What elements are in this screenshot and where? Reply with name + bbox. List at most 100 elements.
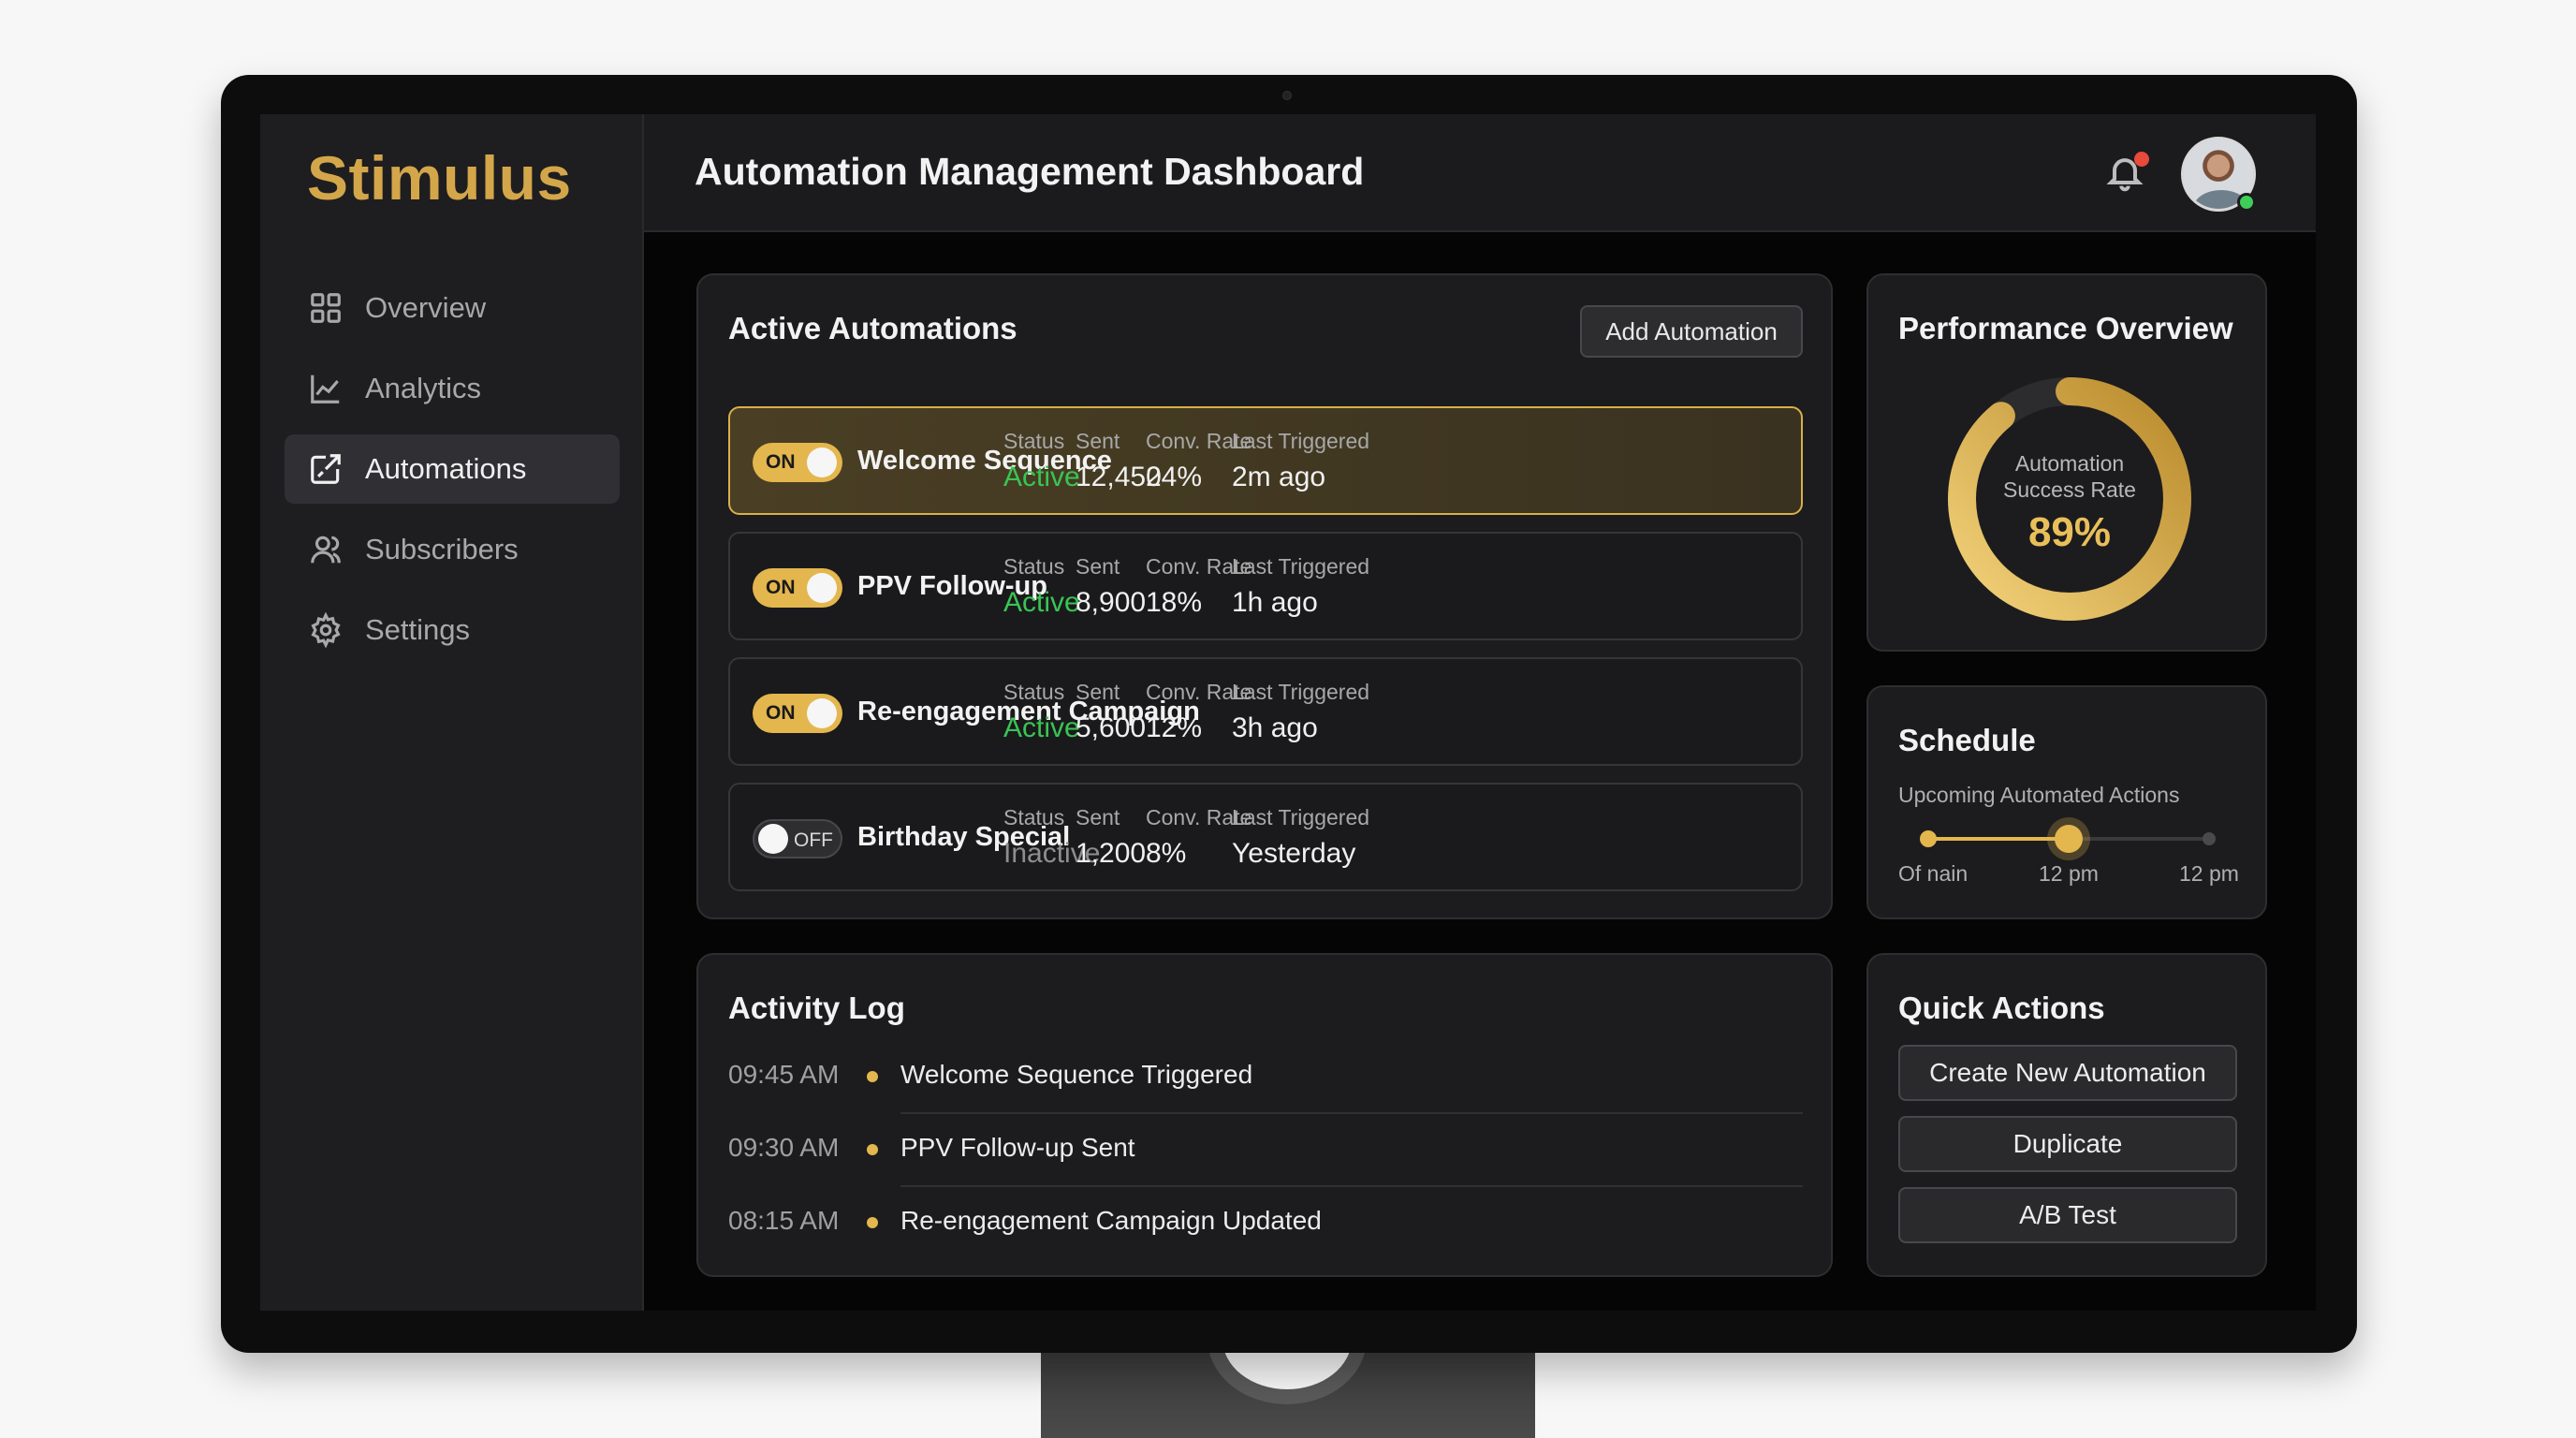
timeline-label: 12 pm bbox=[2179, 861, 2239, 886]
log-message: PPV Follow-up Sent bbox=[900, 1133, 1135, 1162]
sent-column: Sent 5,600 bbox=[1076, 680, 1146, 744]
sidebar-item-label: Automations bbox=[365, 452, 527, 485]
automation-toggle[interactable]: ON bbox=[753, 443, 842, 482]
donut-label-line2: Success Rate bbox=[2003, 477, 2136, 502]
activity-log-entry: 08:15 AM Re-engagement Campaign Updated bbox=[728, 1187, 1803, 1260]
schedule-subtitle: Upcoming Automated Actions bbox=[1898, 783, 2180, 807]
last-triggered-value: 2m ago bbox=[1232, 462, 1326, 492]
sidebar-item-automations[interactable]: Automations bbox=[285, 434, 620, 504]
status-value: Active bbox=[1003, 712, 1080, 743]
grid-icon bbox=[307, 289, 344, 327]
quick-actions-card: Quick Actions Create New Automation Dupl… bbox=[1866, 953, 2267, 1277]
log-time: 08:15 AM bbox=[728, 1206, 840, 1235]
log-message: Welcome Sequence Triggered bbox=[900, 1060, 1253, 1089]
automation-row[interactable]: ON PPV Follow-up Status Active Sent 8,900 … bbox=[728, 532, 1803, 640]
status-label: Status bbox=[1003, 680, 1065, 704]
toggle-label: ON bbox=[766, 577, 796, 598]
status-column: Status Active bbox=[1003, 680, 1080, 744]
log-time: 09:45 AM bbox=[728, 1060, 840, 1089]
status-label: Status bbox=[1003, 554, 1065, 579]
add-automation-button[interactable]: Add Automation bbox=[1580, 305, 1803, 358]
automation-row[interactable]: ON Re-engagement Campaign Status Active S… bbox=[728, 657, 1803, 766]
create-new-automation-button[interactable]: Create New Automation bbox=[1898, 1045, 2237, 1101]
sidebar-item-label: Analytics bbox=[365, 372, 482, 404]
sidebar-item-label: Overview bbox=[365, 291, 487, 324]
status-column: Status Active bbox=[1003, 429, 1080, 493]
card-title: Quick Actions bbox=[1898, 990, 2105, 1025]
sidebar-item-subscribers[interactable]: Subscribers bbox=[285, 515, 620, 584]
log-dot bbox=[867, 1217, 878, 1228]
top-header: Automation Management Dashboard bbox=[644, 114, 2316, 232]
page-title: Automation Management Dashboard bbox=[695, 150, 1365, 193]
sidebar-item-label: Subscribers bbox=[365, 533, 519, 565]
toggle-knob bbox=[807, 448, 837, 477]
log-message: Re-engagement Campaign Updated bbox=[900, 1206, 1322, 1235]
screen: Stimulus Overview Analytics Automations bbox=[260, 114, 2316, 1311]
card-title: Schedule bbox=[1898, 723, 2036, 757]
last-triggered-value: Yesterday bbox=[1232, 838, 1356, 869]
donut-label-line1: Automation bbox=[2014, 451, 2125, 476]
log-dot bbox=[867, 1144, 878, 1155]
toggle-label: ON bbox=[766, 702, 796, 724]
sidebar: Stimulus Overview Analytics Automations bbox=[260, 114, 644, 1311]
toggle-knob bbox=[807, 573, 837, 603]
gear-icon bbox=[307, 611, 344, 649]
card-title: Performance Overview bbox=[1898, 311, 2233, 345]
last-triggered-label: Last Triggered bbox=[1232, 680, 1370, 704]
status-column: Status Active bbox=[1003, 554, 1080, 619]
last-triggered-column: Last Triggered Yesterday bbox=[1232, 805, 1369, 870]
sent-column: Sent 1,200 bbox=[1076, 805, 1146, 870]
ab-test-button[interactable]: A/B Test bbox=[1898, 1187, 2237, 1243]
last-triggered-label: Last Triggered bbox=[1232, 805, 1370, 829]
schedule-timeline bbox=[1920, 825, 2216, 853]
notification-button[interactable] bbox=[2104, 152, 2149, 197]
sidebar-item-label: Settings bbox=[365, 613, 471, 646]
last-triggered-label: Last Triggered bbox=[1232, 429, 1370, 453]
activity-log-entry: 09:30 AM PPV Follow-up Sent bbox=[728, 1114, 1803, 1187]
log-time: 09:30 AM bbox=[728, 1133, 840, 1162]
online-status-dot bbox=[2237, 193, 2256, 212]
automation-row[interactable]: ON Welcome Sequence Status Active Sent 12,… bbox=[728, 406, 1803, 515]
sent-value: 8,900 bbox=[1076, 587, 1147, 618]
automation-toggle[interactable]: ON bbox=[753, 694, 842, 733]
automation-row[interactable]: OFF Birthday Special Status Inactive Sent… bbox=[728, 783, 1803, 891]
activity-log-card: Activity Log 09:45 AM Welcome Sequence T… bbox=[696, 953, 1833, 1277]
sidebar-item-overview[interactable]: Overview bbox=[285, 273, 620, 343]
sent-label: Sent bbox=[1076, 805, 1120, 829]
timeline-point[interactable] bbox=[1920, 830, 1937, 847]
toggle-knob bbox=[758, 824, 788, 854]
webcam bbox=[1282, 91, 1292, 100]
card-title: Activity Log bbox=[728, 990, 905, 1025]
sent-value: 1,200 bbox=[1076, 838, 1147, 869]
timeline-point[interactable] bbox=[2203, 832, 2216, 845]
status-label: Status bbox=[1003, 429, 1065, 453]
last-triggered-column: Last Triggered 1h ago bbox=[1232, 554, 1369, 619]
last-triggered-value: 1h ago bbox=[1232, 587, 1318, 618]
sidebar-item-analytics[interactable]: Analytics bbox=[285, 354, 620, 423]
timeline-label: 12 pm bbox=[2039, 861, 2099, 886]
sent-label: Sent bbox=[1076, 554, 1120, 579]
timeline-progress bbox=[1928, 837, 2069, 841]
sent-label: Sent bbox=[1076, 680, 1120, 704]
timeline-current-point[interactable] bbox=[2055, 825, 2083, 853]
status-value: Active bbox=[1003, 462, 1080, 492]
duplicate-button[interactable]: Duplicate bbox=[1898, 1116, 2237, 1172]
last-triggered-label: Last Triggered bbox=[1232, 554, 1370, 579]
performance-overview-card: Performance Overview Automation Success … bbox=[1866, 273, 2267, 652]
sidebar-item-settings[interactable]: Settings bbox=[285, 595, 620, 665]
schedule-card: Schedule Upcoming Automated Actions Of n… bbox=[1866, 685, 2267, 919]
last-triggered-column: Last Triggered 3h ago bbox=[1232, 680, 1369, 744]
donut-value: 89% bbox=[2027, 509, 2112, 555]
last-triggered-column: Last Triggered 2m ago bbox=[1232, 429, 1369, 493]
users-icon bbox=[307, 531, 344, 568]
success-rate-donut: Automation Success Rate 89% bbox=[1947, 376, 2192, 622]
notification-badge bbox=[2134, 152, 2149, 167]
card-title: Active Automations bbox=[728, 311, 1017, 345]
status-value: Active bbox=[1003, 587, 1080, 618]
active-automations-card: Active Automations Add Automation ON Wel… bbox=[696, 273, 1833, 919]
brand-logo[interactable]: Stimulus bbox=[307, 142, 572, 213]
toggle-label: OFF bbox=[794, 829, 833, 851]
automation-toggle[interactable]: ON bbox=[753, 568, 842, 608]
last-triggered-value: 3h ago bbox=[1232, 712, 1318, 743]
automation-toggle[interactable]: OFF bbox=[753, 819, 842, 858]
